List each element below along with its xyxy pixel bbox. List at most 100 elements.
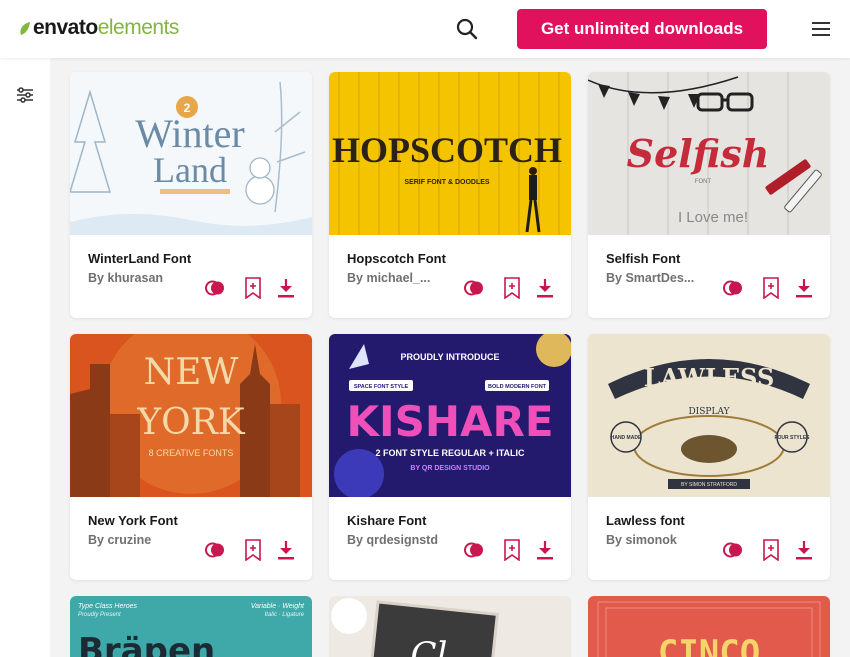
item-card[interactable]: PROUDLY INTRODUCE SPACE FONT STYLE BOLD … <box>329 334 571 580</box>
card-title[interactable]: WinterLand Font <box>88 251 191 266</box>
card-thumbnail[interactable]: Selfish FONT I Love me! <box>588 72 830 235</box>
thumb-line2: Proudly Present <box>78 612 121 618</box>
download-button[interactable] <box>532 537 558 563</box>
hamburger-menu-icon <box>812 22 830 36</box>
item-card[interactable]: 2 Winter Land WinterLand Font By khurasa… <box>70 72 312 318</box>
thumb-intro: PROUDLY INTRODUCE <box>400 352 499 362</box>
card-thumbnail[interactable]: LAWLESS DISPLAY HAND MADE FOUR STYLES BY… <box>588 334 830 497</box>
thumb-subtitle: FONT <box>695 179 712 185</box>
search-button[interactable] <box>455 17 479 41</box>
thumb-subtitle: 8 CREATIVE FONTS <box>149 448 234 458</box>
find-similar-button[interactable] <box>461 275 487 301</box>
item-card[interactable]: HOPSCOTCH SERIF FONT & DOODLES Hopscotch… <box>329 72 571 318</box>
download-icon <box>278 279 294 298</box>
thumb-line3: Variable · Weight <box>251 603 305 610</box>
download-button[interactable] <box>532 275 558 301</box>
find-similar-button[interactable] <box>720 537 746 563</box>
thumb-subtitle: 2 FONT STYLE REGULAR + ITALIC <box>375 448 525 458</box>
thumb-tag-left: SPACE FONT STYLE <box>354 384 409 390</box>
download-icon <box>537 279 553 298</box>
thumb-title-line2: Land <box>153 150 227 190</box>
thumb-line4: Italic · Ligature <box>265 612 305 618</box>
menu-button[interactable] <box>810 18 832 40</box>
add-to-collection-icon <box>504 539 520 561</box>
thumb-tagline: I Love me! <box>678 209 748 226</box>
find-similar-button[interactable] <box>720 275 746 301</box>
download-button[interactable] <box>273 537 299 563</box>
card-author[interactable]: By SmartDes... <box>606 271 694 285</box>
card-thumbnail[interactable]: HOPSCOTCH SERIF FONT & DOODLES <box>329 72 571 235</box>
thumb-big-title: Cl <box>411 635 448 657</box>
add-to-collection-button[interactable] <box>758 275 784 301</box>
card-thumbnail[interactable]: 2 Winter Land <box>70 72 312 235</box>
card-author[interactable]: By qrdesignstd <box>347 533 438 547</box>
card-title[interactable]: Hopscotch Font <box>347 251 446 266</box>
download-icon <box>537 541 553 560</box>
download-button[interactable] <box>791 275 817 301</box>
find-similar-icon <box>464 542 483 558</box>
thumb-tag-right: BOLD MODERN FONT <box>488 384 547 390</box>
thumb-big-title: CINCO <box>658 633 760 657</box>
logo-envato-text: envato <box>33 16 98 39</box>
thumb-title-line1: NEW <box>144 352 239 393</box>
download-button[interactable] <box>273 275 299 301</box>
add-to-collection-button[interactable] <box>240 275 266 301</box>
card-thumbnail[interactable]: PROUDLY INTRODUCE SPACE FONT STYLE BOLD … <box>329 334 571 497</box>
filter-toggle-button[interactable] <box>16 86 34 104</box>
thumb-footer: BY SIMON STRATFORD <box>681 482 737 488</box>
find-similar-button[interactable] <box>202 537 228 563</box>
download-icon <box>796 541 812 560</box>
add-to-collection-button[interactable] <box>499 537 525 563</box>
add-to-collection-button[interactable] <box>758 537 784 563</box>
thumb-credit: BY QR DESIGN STUDIO <box>410 465 490 472</box>
card-thumbnail[interactable]: Cl <box>329 596 571 657</box>
card-author[interactable]: By michael_... <box>347 271 430 285</box>
find-similar-icon <box>464 280 483 296</box>
top-header: envato elements Get unlimited downloads <box>0 0 850 58</box>
get-unlimited-downloads-button[interactable]: Get unlimited downloads <box>517 9 767 49</box>
download-icon <box>796 279 812 298</box>
card-author[interactable]: By cruzine <box>88 533 151 547</box>
find-similar-icon <box>205 280 224 296</box>
item-card-partial[interactable]: CINCO <box>588 596 830 657</box>
find-similar-button[interactable] <box>461 537 487 563</box>
thumb-title-line1: LAWLESS <box>644 363 775 392</box>
card-thumbnail[interactable]: Type Class Heroes Proudly Present Variab… <box>70 596 312 657</box>
add-to-collection-button[interactable] <box>499 275 525 301</box>
item-card[interactable]: NEW YORK 8 CREATIVE FONTS New York Font … <box>70 334 312 580</box>
card-author[interactable]: By simonok <box>606 533 677 547</box>
find-similar-button[interactable] <box>202 275 228 301</box>
item-card[interactable]: LAWLESS DISPLAY HAND MADE FOUR STYLES BY… <box>588 334 830 580</box>
thumb-left-badge: HAND MADE <box>611 435 642 441</box>
item-card-partial[interactable]: Type Class Heroes Proudly Present Variab… <box>70 596 312 657</box>
item-card[interactable]: Selfish FONT I Love me! Selfish Font By … <box>588 72 830 318</box>
find-similar-icon <box>723 542 742 558</box>
add-to-collection-icon <box>763 539 779 561</box>
left-sidebar <box>0 58 50 657</box>
search-icon <box>456 18 478 40</box>
card-title[interactable]: Kishare Font <box>347 513 426 528</box>
card-title[interactable]: Selfish Font <box>606 251 680 266</box>
download-icon <box>278 541 294 560</box>
envato-elements-logo[interactable]: envato elements <box>19 16 179 40</box>
download-button[interactable] <box>791 537 817 563</box>
card-title[interactable]: Lawless font <box>606 513 685 528</box>
thumb-title-line1: KISHARE <box>346 397 553 446</box>
card-author[interactable]: By khurasan <box>88 271 163 285</box>
leaf-icon <box>20 21 30 35</box>
thumb-line1: Type Class Heroes <box>78 603 138 610</box>
thumb-subtitle: SERIF FONT & DOODLES <box>404 179 490 186</box>
card-thumbnail[interactable]: CINCO <box>588 596 830 657</box>
add-to-collection-icon <box>245 539 261 561</box>
thumb-title-line1: HOPSCOTCH <box>332 130 562 170</box>
thumb-right-badge: FOUR STYLES <box>774 435 810 441</box>
item-card-partial[interactable]: Cl <box>329 596 571 657</box>
card-thumbnail[interactable]: NEW YORK 8 CREATIVE FONTS <box>70 334 312 497</box>
add-to-collection-icon <box>504 277 520 299</box>
thumb-title-line1: Selfish <box>627 131 770 176</box>
logo-elements-text: elements <box>97 16 180 39</box>
add-to-collection-button[interactable] <box>240 537 266 563</box>
filter-sliders-icon <box>17 87 33 103</box>
card-title[interactable]: New York Font <box>88 513 178 528</box>
thumb-title-line2: YORK <box>136 402 245 443</box>
